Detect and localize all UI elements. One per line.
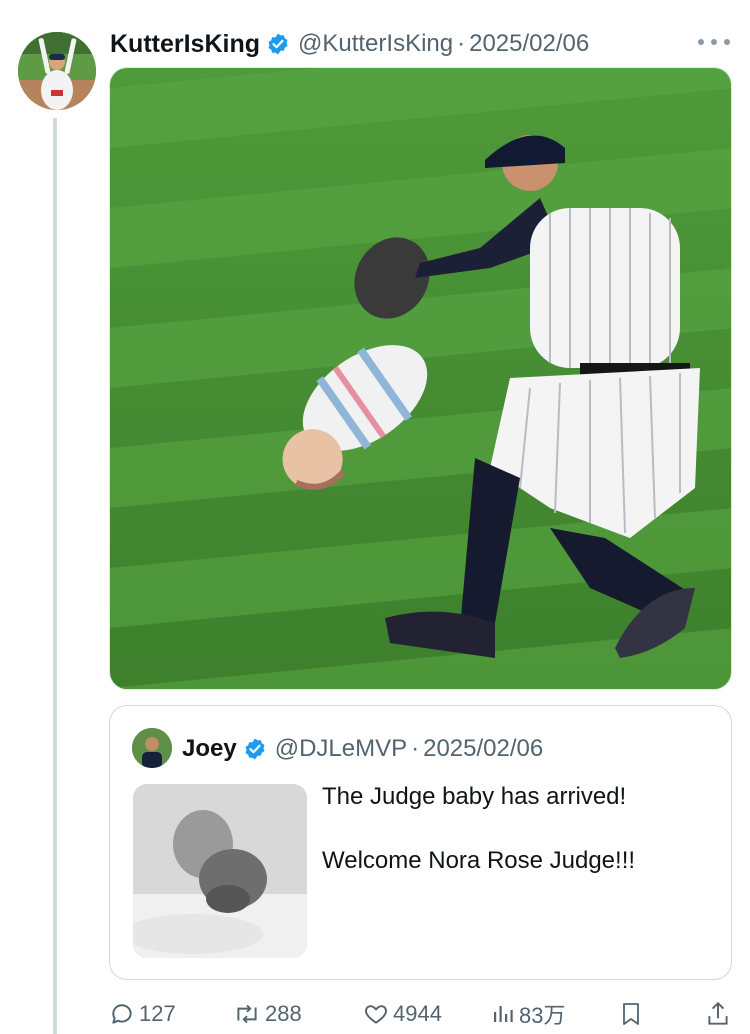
share-icon (708, 1002, 728, 1025)
quoted-post-text: The Judge baby has arrived! Welcome Nora… (322, 781, 712, 909)
separator-dot: · (457, 30, 466, 57)
quoted-post-date[interactable]: 2025/02/06 (423, 735, 543, 763)
separator-dot: · (411, 735, 420, 762)
quoted-text-line: The Judge baby has arrived! (322, 783, 627, 810)
views-button[interactable]: 83万 (491, 996, 565, 1032)
action-bar: 127 288 4944 83万 (109, 996, 739, 1032)
like-count: 4944 (393, 1001, 442, 1026)
reply-button[interactable]: 127 (109, 996, 176, 1032)
quoted-media-thumbnail[interactable] (133, 784, 307, 958)
repost-button[interactable]: 288 (233, 996, 302, 1032)
author-name[interactable]: KutterIsKing (110, 30, 260, 59)
heart-icon (365, 1005, 387, 1024)
post-header: KutterIsKing @KutterIsKing · 2025/02/06 (110, 28, 589, 60)
views-icon (494, 1006, 513, 1022)
more-options-icon[interactable] (698, 30, 730, 54)
author-avatar[interactable] (18, 32, 96, 110)
repost-count: 288 (265, 1001, 302, 1026)
bookmark-icon (623, 1003, 639, 1025)
quoted-author-avatar[interactable] (132, 728, 172, 768)
quoted-post-header: Joey @DJLeMVP · 2025/02/06 (182, 733, 543, 765)
author-handle[interactable]: @KutterIsKing (298, 30, 453, 58)
reply-count: 127 (139, 1001, 176, 1026)
post-media-image[interactable] (109, 67, 732, 690)
reply-icon (112, 1004, 132, 1024)
thread-line (53, 118, 57, 1034)
verified-badge-icon (243, 737, 267, 761)
like-button[interactable]: 4944 (363, 996, 442, 1032)
quoted-text-line: Welcome Nora Rose Judge!!! (322, 847, 636, 874)
repost-icon (237, 1004, 257, 1024)
view-count: 83万 (519, 1003, 566, 1028)
quoted-author-name[interactable]: Joey (182, 735, 237, 763)
post-date[interactable]: 2025/02/06 (469, 30, 589, 58)
share-button[interactable] (705, 996, 731, 1032)
verified-badge-icon (266, 32, 290, 56)
bookmark-button[interactable] (619, 996, 643, 1032)
quoted-author-handle[interactable]: @DJLeMVP (275, 735, 407, 763)
quoted-post[interactable]: Joey @DJLeMVP · 2025/02/06 The Judge bab… (109, 705, 732, 980)
